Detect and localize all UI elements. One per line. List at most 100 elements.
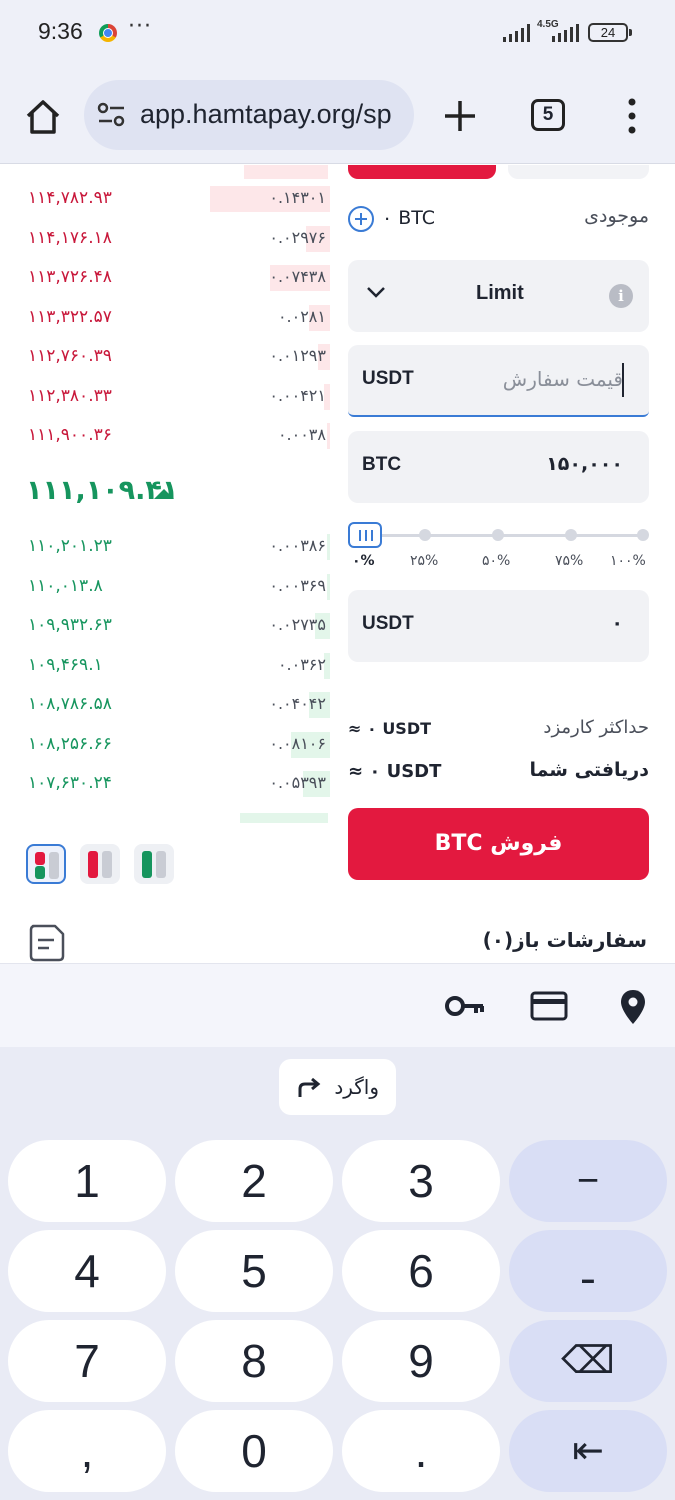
key-9[interactable]: 9 (342, 1320, 500, 1402)
bid-price: ۱۰۹,۴۶۹.۱ (28, 654, 103, 675)
ask-price: ۱۱۳,۷۲۶.۴۸ (28, 267, 112, 287)
bid-amount: ۰.۰۴۰۴۲ (269, 694, 326, 713)
key-7[interactable]: 7 (8, 1320, 166, 1402)
key-comma[interactable]: , (8, 1410, 166, 1492)
key-tatweel[interactable]: ـ (509, 1230, 667, 1312)
url-text[interactable]: app.hamtapay.org/sp (140, 99, 402, 130)
ask-amount: ۰.۱۴۳۰۱ (269, 188, 326, 207)
key-8[interactable]: 8 (175, 1320, 333, 1402)
receive-value: ≈ ۰ USDT (348, 761, 442, 782)
bid-row[interactable]: ۱۰۷,۶۳۰.۲۴ ۰.۰۵۳۹۳ (0, 769, 330, 799)
bid-row[interactable]: ۱۱۰,۲۰۱.۲۳ ۰.۰۰۳۸۶ (0, 532, 330, 562)
text-cursor (622, 363, 624, 397)
ask-price: ۱۱۱,۹۰۰.۳۶ (28, 425, 112, 445)
site-settings-icon[interactable] (96, 101, 128, 129)
fee-value: ≈ ۰ USDT (348, 719, 432, 738)
receive-label: دریافتی شما (529, 759, 649, 781)
amount-unit-label: BTC (362, 454, 402, 475)
bid-price: ۱۱۰,۲۰۱.۲۳ (28, 536, 112, 556)
overflow-menu-icon[interactable] (620, 96, 644, 136)
undo-button[interactable]: واگرد (279, 1059, 396, 1115)
amount-input[interactable]: BTC ۱۵۰,۰۰۰ (348, 431, 649, 503)
order-type-select[interactable]: Limit i (348, 260, 649, 332)
home-icon[interactable] (20, 94, 66, 140)
buy-tab[interactable] (508, 165, 649, 179)
price-placeholder: قیمت سفارش (502, 367, 623, 391)
view-asks-button[interactable] (80, 844, 120, 884)
bid-amount: ۰.۰۲۷۳۵ (269, 615, 326, 634)
view-bids-button[interactable] (134, 844, 174, 884)
ask-row[interactable]: ۱۱۱,۹۰۰.۳۶ ۰.۰۰۳۸ (0, 421, 330, 451)
key-2[interactable]: 2 (175, 1140, 333, 1222)
order-book-partial-row (240, 813, 328, 823)
new-tab-icon[interactable] (440, 96, 480, 136)
key-tab-back[interactable]: ⇤ (509, 1410, 667, 1492)
tab-switcher-button[interactable]: 5 (531, 99, 565, 131)
price-input[interactable]: USDT قیمت سفارش (348, 345, 649, 417)
key-4[interactable]: 4 (8, 1230, 166, 1312)
password-key-icon[interactable] (444, 991, 486, 1021)
key-backspace[interactable]: ⌫ (509, 1320, 667, 1402)
balance-label: موجودی (584, 205, 649, 227)
bid-amount: ۰.۰۳۶۲ (277, 654, 326, 674)
key-minus[interactable]: − (509, 1140, 667, 1222)
key-1[interactable]: 1 (8, 1140, 166, 1222)
slider-step-25[interactable] (419, 529, 431, 541)
slider-label-50: ۵۰% (482, 553, 511, 569)
price-unit-label: USDT (362, 368, 414, 389)
slider-step-75[interactable] (565, 529, 577, 541)
bid-price: ۱۰۷,۶۳۰.۲۴ (28, 773, 112, 793)
bid-row[interactable]: ۱۰۹,۴۶۹.۱ ۰.۰۳۶۲ (0, 651, 330, 681)
total-unit-label: USDT (362, 613, 414, 634)
total-input[interactable]: USDT ۰ (348, 590, 649, 662)
slider-label-25: ۲۵% (410, 553, 439, 569)
ask-price: ۱۱۲,۳۸۰.۳۳ (28, 385, 112, 406)
info-icon[interactable]: i (609, 284, 633, 308)
document-icon[interactable] (27, 922, 67, 962)
ask-row[interactable]: ۱۱۴,۷۸۲.۹۳ ۰.۱۴۳۰۱ (0, 184, 330, 214)
numeric-keyboard: واگرد 1 2 3− 4 5 6 ـ 7 8 9 ⌫, 0. ⇤ (0, 1047, 675, 1500)
sell-btc-button[interactable]: فروش BTC (348, 808, 649, 880)
slider-step-100[interactable] (637, 529, 649, 541)
ask-row[interactable]: ۱۱۲,۷۶۰.۳۹ ۰.۰۱۲۹۳ (0, 342, 330, 372)
bid-row[interactable]: ۱۰۸,۲۵۶.۶۶ ۰.۰۸۱۰۶ (0, 730, 330, 760)
key-0[interactable]: 0 (175, 1410, 333, 1492)
bid-price: ۱۰۸,۲۵۶.۶۶ (28, 733, 112, 754)
slider-handle[interactable] (348, 522, 382, 548)
slider-label-0: ۰% (352, 553, 375, 569)
bid-amount: ۰.۰۰۳۶۹ (269, 575, 326, 595)
key-3[interactable]: 3 (342, 1140, 500, 1222)
ask-amount: ۰.۰۷۴۳۸ (269, 267, 326, 286)
ask-row[interactable]: ۱۱۴,۱۷۶.۱۸ ۰.۰۲۹۷۶ (0, 224, 330, 254)
ask-row[interactable]: ۱۱۳,۳۲۲.۵۷ ۰.۰۲۸۱ (0, 303, 330, 333)
status-time: 9:36 (38, 18, 83, 44)
slider-label-100: ۱۰۰% (610, 553, 646, 569)
chrome-icon (99, 24, 117, 42)
location-icon[interactable] (619, 988, 647, 1026)
bid-row[interactable]: ۱۰۹,۹۳۲.۶۳ ۰.۰۲۷۳۵ (0, 611, 330, 641)
key-5[interactable]: 5 (175, 1230, 333, 1312)
amount-value: ۱۵۰,۰۰۰ (546, 453, 623, 475)
payment-card-icon[interactable] (530, 990, 568, 1022)
order-book-partial-row (244, 165, 328, 179)
slider-step-50[interactable] (492, 529, 504, 541)
bid-row[interactable]: ۱۱۰,۰۱۳.۸ ۰.۰۰۳۶۹ (0, 572, 330, 602)
sell-tab[interactable] (348, 165, 496, 179)
bid-amount: ۰.۰۵۳۹۳ (269, 773, 326, 792)
ask-row[interactable]: ۱۱۲,۳۸۰.۳۳ ۰.۰۰۴۲۱ (0, 382, 330, 412)
ask-row[interactable]: ۱۱۳,۷۲۶.۴۸ ۰.۰۷۴۳۸ (0, 263, 330, 293)
bid-row[interactable]: ۱۰۸,۷۸۶.۵۸ ۰.۰۴۰۴۲ (0, 690, 330, 720)
key-6[interactable]: 6 (342, 1230, 500, 1312)
add-balance-icon[interactable] (348, 206, 374, 232)
ask-amount: ۰.۰۰۴۲۱ (269, 385, 326, 405)
fee-label: حداکثر کارمزد (543, 717, 649, 738)
ask-price: ۱۱۳,۳۲۲.۵۷ (28, 306, 112, 327)
balance-value: ۰ BTC (382, 207, 436, 229)
key-period[interactable]: . (342, 1410, 500, 1492)
address-bar[interactable]: app.hamtapay.org/sp (84, 80, 414, 150)
browser-toolbar: app.hamtapay.org/sp 5 (0, 66, 675, 164)
ask-amount: ۰.۰۲۸۱ (277, 306, 326, 326)
ask-amount: ۰.۰۰۳۸ (277, 425, 326, 444)
slider-label-75: ۷۵% (555, 553, 584, 569)
view-both-button[interactable] (26, 844, 66, 884)
